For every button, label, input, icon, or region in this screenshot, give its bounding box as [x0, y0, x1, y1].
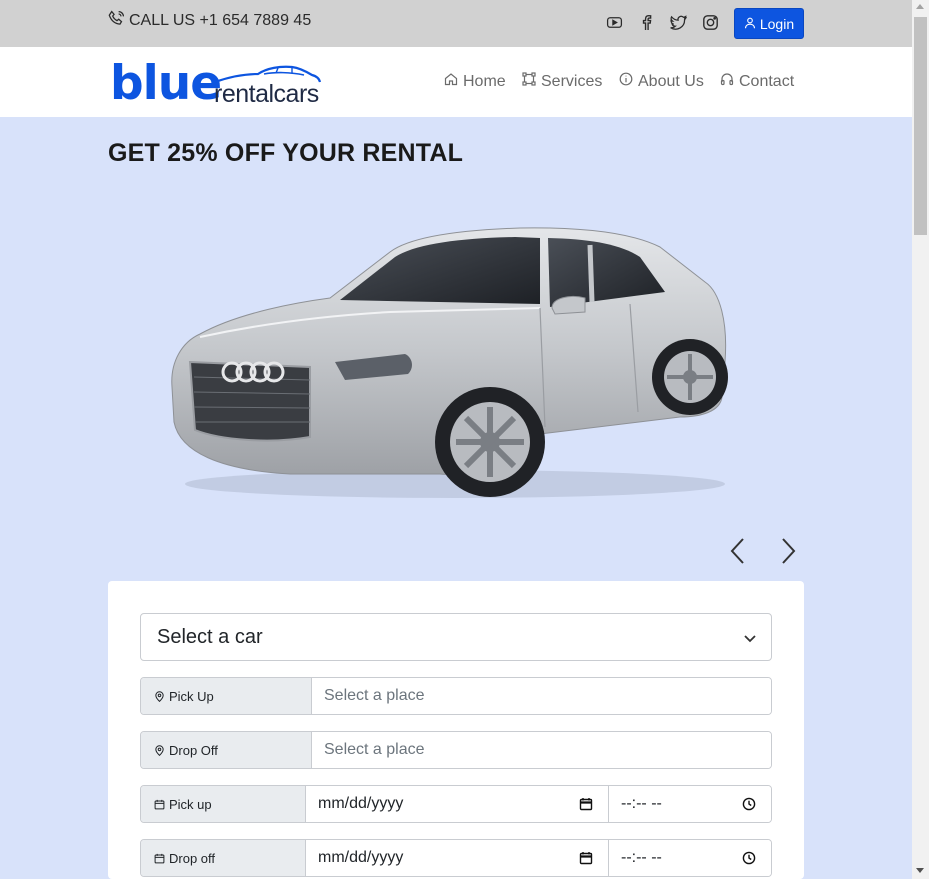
dropoff-place-input[interactable]: Select a place — [312, 732, 771, 768]
services-icon — [522, 72, 536, 91]
car-select-value: Select a car — [157, 625, 263, 648]
location-pin-icon — [155, 744, 164, 756]
dropoff-place-label: Drop Off — [141, 732, 312, 768]
nav-about-us-label: About Us — [638, 72, 704, 90]
pickup-datetime-label-text: Pick up — [169, 796, 212, 812]
nav-about-us[interactable]: About Us — [619, 72, 704, 91]
logo-text-rentalcars: rentalcars — [214, 80, 319, 108]
top-bar: CALL US +1 654 7889 45 Login — [0, 0, 912, 47]
pickup-date-input[interactable]: mm/dd/yyyy — [306, 786, 609, 822]
nav-services[interactable]: Services — [522, 72, 602, 91]
call-us-text: CALL US +1 654 7889 45 — [129, 12, 312, 29]
carousel-prev-icon[interactable] — [726, 535, 750, 567]
scroll-up-icon[interactable] — [916, 4, 924, 9]
car-select[interactable]: Select a car — [140, 613, 772, 661]
calendar-icon[interactable] — [579, 797, 593, 811]
pickup-time-value: --:-- -- — [621, 795, 662, 812]
info-icon — [619, 72, 633, 91]
location-pin-icon — [155, 690, 164, 702]
calendar-icon — [154, 853, 165, 863]
nav-contact[interactable]: Contact — [720, 72, 794, 91]
twitter-icon[interactable] — [668, 12, 688, 32]
dropoff-date-value: mm/dd/yyyy — [318, 849, 404, 866]
pickup-place-label-text: Pick Up — [169, 688, 214, 704]
pickup-place-group: Pick Up Select a place — [140, 677, 772, 715]
headphones-icon — [720, 72, 734, 91]
home-icon — [444, 72, 458, 91]
clock-icon[interactable] — [742, 797, 756, 811]
calendar-icon — [154, 799, 165, 809]
call-us: CALL US +1 654 7889 45 — [108, 10, 311, 32]
pickup-datetime-group: Pick up mm/dd/yyyy --:-- -- — [140, 785, 772, 823]
carousel-next-icon[interactable] — [776, 535, 800, 567]
dropoff-time-value: --:-- -- — [621, 849, 662, 866]
dropoff-place-group: Drop Off Select a place — [140, 731, 772, 769]
login-button[interactable]: Login — [734, 8, 804, 39]
nav-contact-label: Contact — [739, 72, 795, 90]
calendar-icon[interactable] — [579, 851, 593, 865]
dropoff-date-input[interactable]: mm/dd/yyyy — [306, 840, 609, 876]
dropoff-datetime-label-text: Drop off — [169, 850, 216, 866]
user-icon — [744, 16, 756, 32]
chevron-down-icon — [744, 635, 756, 643]
dropoff-time-input[interactable]: --:-- -- — [609, 840, 771, 876]
facebook-icon[interactable] — [636, 12, 656, 32]
pickup-time-input[interactable]: --:-- -- — [609, 786, 771, 822]
dropoff-datetime-group: Drop off mm/dd/yyyy --:-- -- — [140, 839, 772, 877]
phone-icon — [108, 10, 125, 32]
logo[interactable]: blue rentalcars — [108, 55, 323, 110]
pickup-datetime-label: Pick up — [141, 786, 306, 822]
clock-icon[interactable] — [742, 851, 756, 865]
dropoff-place-label-text: Drop Off — [169, 742, 218, 758]
nav-home-label: Home — [463, 72, 506, 90]
login-label: Login — [759, 15, 795, 32]
nav-home[interactable]: Home — [444, 72, 506, 91]
booking-form: Select a car Pick Up Select a place Drop… — [108, 581, 804, 879]
dropoff-datetime-label: Drop off — [141, 840, 306, 876]
logo-text-blue: blue — [110, 56, 222, 111]
pickup-place-input[interactable]: Select a place — [312, 678, 771, 714]
scroll-down-icon[interactable] — [916, 868, 924, 873]
scrollbar-thumb[interactable] — [914, 17, 927, 235]
youtube-icon[interactable] — [604, 12, 624, 32]
car-image — [171, 227, 728, 498]
pickup-place-label: Pick Up — [141, 678, 312, 714]
main-navbar: blue rentalcars Home Services About Us C… — [0, 47, 912, 117]
vertical-scrollbar[interactable] — [912, 0, 929, 879]
nav-services-label: Services — [541, 72, 603, 90]
instagram-icon[interactable] — [700, 12, 720, 32]
pickup-date-value: mm/dd/yyyy — [318, 795, 404, 812]
promo-heading: GET 25% OFF YOUR RENTAL — [108, 139, 464, 167]
